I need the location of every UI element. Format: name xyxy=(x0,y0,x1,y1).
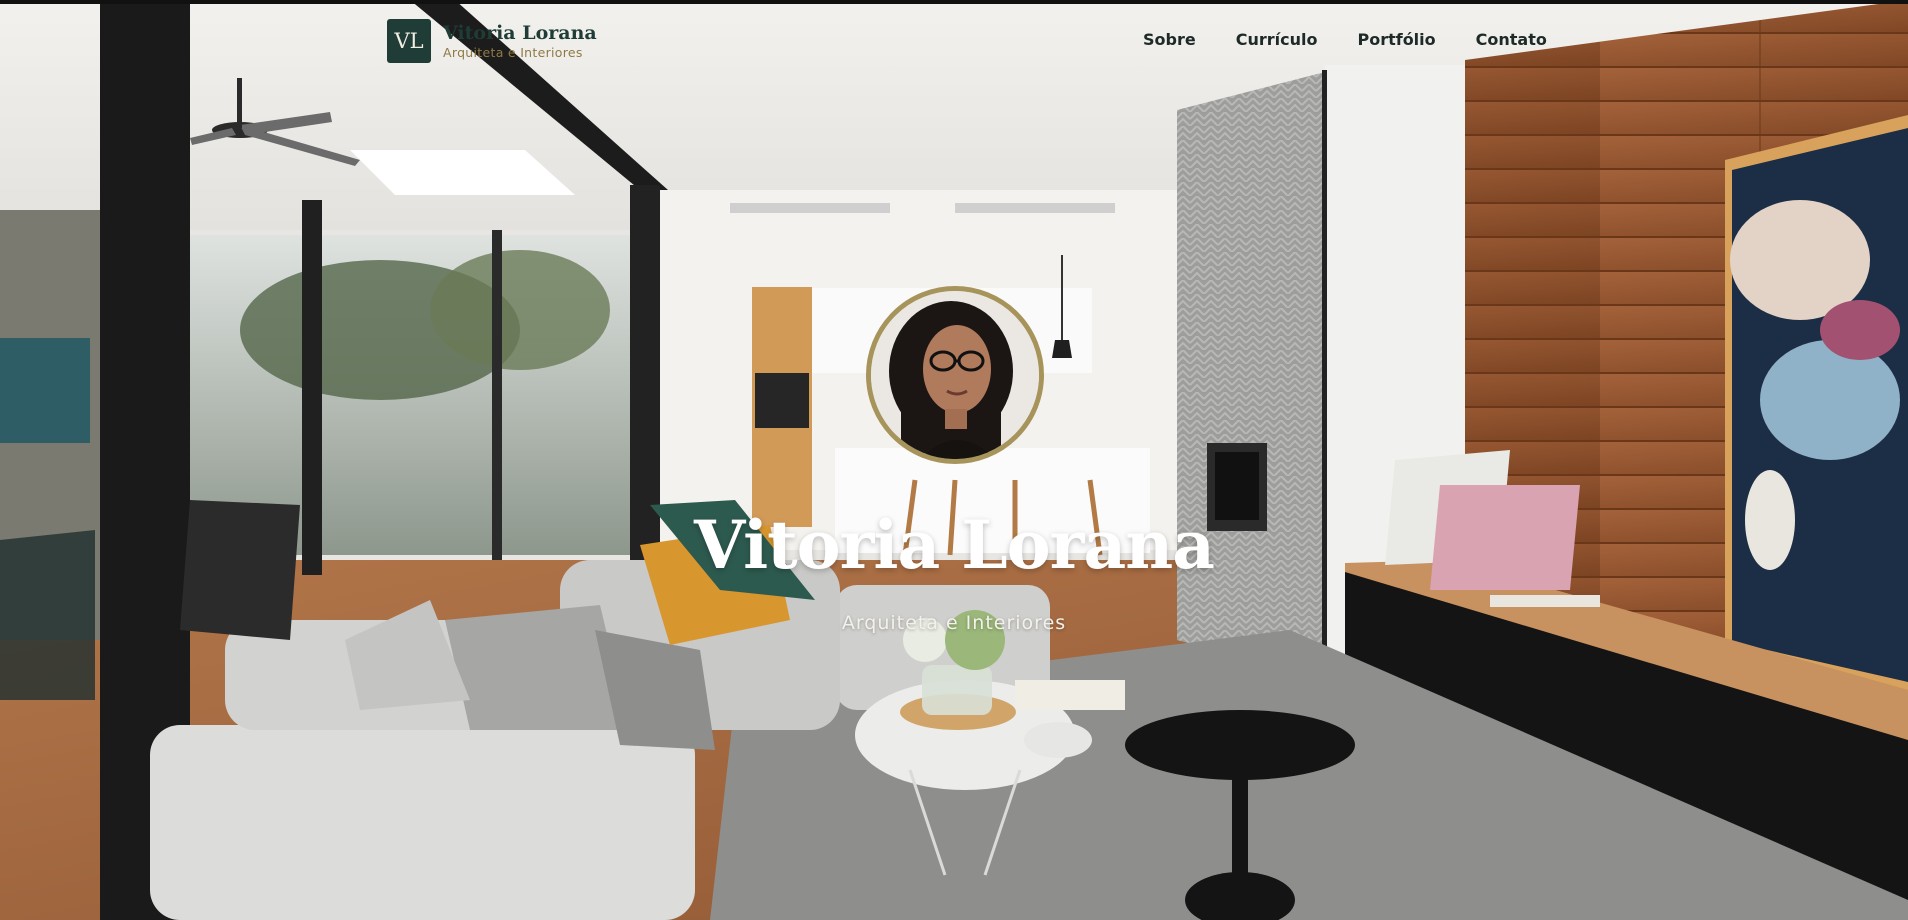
brand-name: Vitoria Lorana xyxy=(443,22,597,44)
main-nav: Sobre Currículo Portfólio Contato xyxy=(1143,30,1547,49)
brand-logo[interactable]: VL Vitoria Lorana Arquiteta e Interiores xyxy=(387,19,597,63)
nav-link-sobre[interactable]: Sobre xyxy=(1143,30,1196,49)
nav-link-curriculo[interactable]: Currículo xyxy=(1236,30,1318,49)
hero-section: VL Vitoria Lorana Arquiteta e Interiores… xyxy=(0,0,1908,920)
nav-link-contato[interactable]: Contato xyxy=(1476,30,1547,49)
hero-title: Vitoria Lorana xyxy=(694,506,1215,584)
vl-monogram-icon: VL xyxy=(387,19,431,63)
portrait-photo xyxy=(866,286,1044,464)
brand-text: Vitoria Lorana Arquiteta e Interiores xyxy=(443,21,597,61)
hero-subtitle: Arquiteta e Interiores xyxy=(841,612,1067,634)
brand-tagline: Arquiteta e Interiores xyxy=(443,45,583,60)
portrait-illustration xyxy=(871,291,1039,459)
nav-link-portfolio[interactable]: Portfólio xyxy=(1357,30,1435,49)
top-border xyxy=(0,0,1908,4)
